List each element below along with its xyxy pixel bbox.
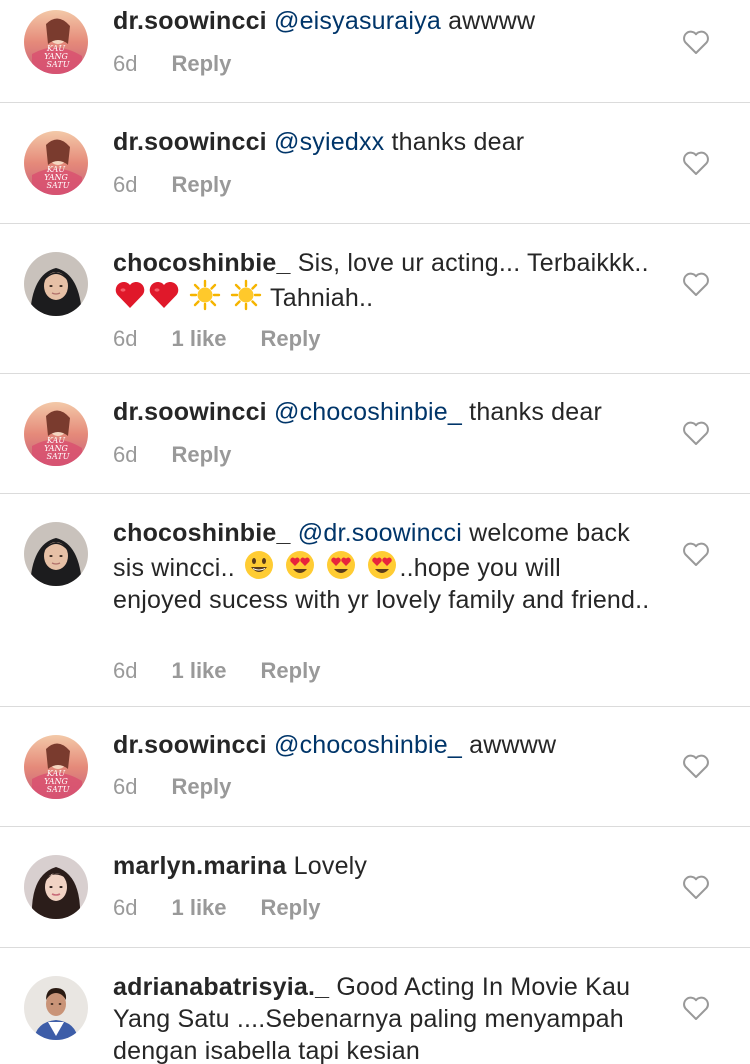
avatar[interactable]: KAU YANG SATU bbox=[24, 131, 88, 195]
comment-meta: 6d 1 like Reply bbox=[113, 895, 320, 921]
comment-content: Sis, love ur acting... Terbaikkk.. bbox=[297, 249, 649, 277]
comment-text: dr.soowincci @syiedxx thanks dear bbox=[113, 126, 653, 158]
avatar[interactable] bbox=[24, 976, 88, 1040]
sun-icon bbox=[189, 279, 221, 311]
comment-timestamp: 6d bbox=[113, 895, 138, 920]
comment-mention[interactable]: @dr.soowincci bbox=[298, 519, 462, 547]
comment-item: KAU YANG SATU dr.soowincci @chocoshinbie_ … bbox=[0, 374, 750, 494]
avatar[interactable] bbox=[24, 252, 88, 316]
like-heart-icon[interactable] bbox=[682, 995, 710, 1021]
comment-username[interactable]: dr.soowincci bbox=[113, 398, 267, 426]
like-heart-icon[interactable] bbox=[682, 420, 710, 446]
comment-content: awwww bbox=[462, 731, 557, 759]
comment-item: KAU YANG SATU dr.soowincci @eisyasuraiya a… bbox=[0, 0, 750, 103]
comment-text: dr.soowincci @eisyasuraiya awwww bbox=[113, 5, 653, 37]
red-heart-icon bbox=[114, 279, 146, 311]
comment-content: awwww bbox=[440, 7, 536, 35]
comment-timestamp: 6d bbox=[113, 442, 138, 467]
comment-meta: 6d 1 like Reply bbox=[113, 326, 320, 352]
like-heart-icon[interactable] bbox=[682, 271, 710, 297]
smiley-face-icon bbox=[243, 549, 275, 581]
comment-meta: 6d Reply bbox=[113, 442, 231, 468]
comment-mention[interactable]: @chocoshinbie_ bbox=[274, 398, 462, 426]
comment-username[interactable]: dr.soowincci bbox=[113, 7, 267, 35]
like-heart-icon[interactable] bbox=[682, 29, 710, 55]
like-heart-icon[interactable] bbox=[682, 541, 710, 567]
comment-username[interactable]: dr.soowincci bbox=[113, 128, 267, 156]
svg-text:SATU: SATU bbox=[47, 181, 70, 190]
comment-meta: 6d 1 like Reply bbox=[113, 658, 320, 684]
heart-eyes-icon bbox=[325, 549, 357, 581]
comment-item: marlyn.marina Lovely 6d 1 like Reply bbox=[0, 827, 750, 948]
comment-mention[interactable]: @eisyasuraiya bbox=[274, 7, 441, 35]
comment-timestamp: 6d bbox=[113, 658, 138, 683]
comment-content: thanks dear bbox=[462, 398, 603, 426]
comment-username[interactable]: chocoshinbie_ bbox=[113, 519, 291, 547]
comment-item: adrianabatrisyia._ Good Acting In Movie … bbox=[0, 948, 750, 1064]
heart-eyes-icon bbox=[284, 549, 316, 581]
likes-count[interactable]: 1 like bbox=[171, 895, 226, 921]
avatar[interactable] bbox=[24, 522, 88, 586]
comment-item: KAU YANG SATU dr.soowincci @chocoshinbie_ … bbox=[0, 707, 750, 827]
svg-text:SATU: SATU bbox=[47, 785, 70, 794]
heart-eyes-icon bbox=[366, 549, 398, 581]
comment-text: chocoshinbie_ @dr.soowincci welcome back… bbox=[113, 517, 653, 616]
avatar[interactable] bbox=[24, 855, 88, 919]
comment-mention[interactable]: @chocoshinbie_ bbox=[274, 731, 462, 759]
comment-meta: 6d Reply bbox=[113, 51, 231, 77]
comment-content: Tahniah.. bbox=[270, 284, 374, 312]
comment-item: chocoshinbie_ @dr.soowincci welcome back… bbox=[0, 494, 750, 707]
reply-button[interactable]: Reply bbox=[261, 895, 321, 921]
comment-timestamp: 6d bbox=[113, 774, 138, 799]
avatar[interactable]: KAU YANG SATU bbox=[24, 402, 88, 466]
comment-mention[interactable]: @syiedxx bbox=[274, 128, 384, 156]
reply-button[interactable]: Reply bbox=[171, 172, 231, 198]
red-heart-icon bbox=[148, 279, 180, 311]
svg-text:SATU: SATU bbox=[47, 60, 70, 69]
comment-username[interactable]: chocoshinbie_ bbox=[113, 249, 291, 277]
svg-text:SATU: SATU bbox=[47, 452, 70, 461]
comment-text: dr.soowincci @chocoshinbie_ thanks dear bbox=[113, 396, 653, 428]
comment-username[interactable]: dr.soowincci bbox=[113, 731, 267, 759]
comment-text: adrianabatrisyia._ Good Acting In Movie … bbox=[113, 971, 653, 1064]
like-heart-icon[interactable] bbox=[682, 874, 710, 900]
comment-content: Lovely bbox=[293, 852, 368, 880]
sun-icon bbox=[230, 279, 262, 311]
likes-count[interactable]: 1 like bbox=[171, 326, 226, 352]
comment-username[interactable]: marlyn.marina bbox=[113, 852, 287, 880]
comment-meta: 6d Reply bbox=[113, 774, 231, 800]
comment-timestamp: 6d bbox=[113, 326, 138, 351]
comment-item: chocoshinbie_ Sis, love ur acting... Ter… bbox=[0, 224, 750, 374]
comment-text: dr.soowincci @chocoshinbie_ awwww bbox=[113, 729, 653, 761]
comment-timestamp: 6d bbox=[113, 51, 138, 76]
comment-item: KAU YANG SATU dr.soowincci @syiedxx thanks… bbox=[0, 103, 750, 224]
comment-text: marlyn.marina Lovely bbox=[113, 850, 653, 882]
like-heart-icon[interactable] bbox=[682, 150, 710, 176]
comment-meta: 6d Reply bbox=[113, 172, 231, 198]
reply-button[interactable]: Reply bbox=[261, 658, 321, 684]
comment-content: thanks dear bbox=[384, 128, 525, 156]
reply-button[interactable]: Reply bbox=[261, 326, 321, 352]
reply-button[interactable]: Reply bbox=[171, 442, 231, 468]
avatar[interactable]: KAU YANG SATU bbox=[24, 735, 88, 799]
comment-text: chocoshinbie_ Sis, love ur acting... Ter… bbox=[113, 247, 653, 314]
likes-count[interactable]: 1 like bbox=[171, 658, 226, 684]
like-heart-icon[interactable] bbox=[682, 753, 710, 779]
comment-username[interactable]: adrianabatrisyia._ bbox=[113, 973, 329, 1001]
reply-button[interactable]: Reply bbox=[171, 51, 231, 77]
avatar[interactable]: KAU YANG SATU bbox=[24, 10, 88, 74]
reply-button[interactable]: Reply bbox=[171, 774, 231, 800]
comment-timestamp: 6d bbox=[113, 172, 138, 197]
